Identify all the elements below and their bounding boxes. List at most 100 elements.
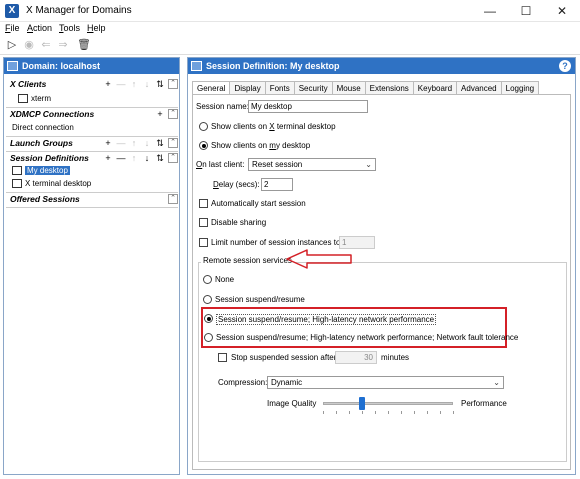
collapse-icon[interactable]: ⌃ xyxy=(168,153,178,163)
play-icon[interactable]: ▷ xyxy=(5,38,19,52)
stop-icon[interactable]: ◉ xyxy=(22,38,36,52)
disable-sharing-checkbox[interactable] xyxy=(199,218,208,227)
session-definition-header: Session Definition: My desktop ? xyxy=(188,58,575,74)
section-offered-sessions[interactable]: Offered Sessions ⌃ xyxy=(6,193,178,206)
sort-icon[interactable]: ⇅ xyxy=(155,78,165,90)
remove-icon[interactable]: — xyxy=(116,152,126,164)
remote-suspend-radio[interactable] xyxy=(203,295,212,304)
stop-suspended-checkbox[interactable] xyxy=(218,353,227,362)
tab-logging[interactable]: Logging xyxy=(501,81,540,95)
menu-help[interactable]: Help xyxy=(87,23,106,33)
domain-header: Domain: localhost xyxy=(4,58,179,74)
tab-extensions[interactable]: Extensions xyxy=(365,81,414,95)
help-icon[interactable]: ? xyxy=(559,60,571,72)
move-down-icon[interactable]: ↓ xyxy=(142,78,152,90)
tab-display[interactable]: Display xyxy=(230,81,266,95)
session-name-input[interactable]: My desktop xyxy=(248,100,368,113)
quality-slider-track[interactable] xyxy=(323,402,453,405)
remote-fault-tolerance-label: Session suspend/resume; High-latency net… xyxy=(216,333,519,342)
domain-icon xyxy=(7,61,18,71)
auto-start-checkbox[interactable] xyxy=(199,199,208,208)
toolbar: ▷ ◉ ⇐ ⇒ 🗑 xyxy=(0,36,580,55)
slider-tick xyxy=(323,411,324,414)
section-launch-groups[interactable]: Launch Groups + — ↑ ↓ ⇅ ⌃ xyxy=(6,137,178,150)
chevron-down-icon: ⌄ xyxy=(493,378,500,387)
tab-mouse[interactable]: Mouse xyxy=(332,81,366,95)
tab-security[interactable]: Security xyxy=(294,81,333,95)
forward-icon[interactable]: ⇒ xyxy=(56,38,70,52)
session-definition-title: Session Definition: My desktop xyxy=(206,61,340,71)
annotation-arrow-icon xyxy=(286,249,352,269)
limit-instances-input[interactable]: 1 xyxy=(339,236,375,249)
performance-label: Performance xyxy=(461,399,507,408)
stop-suspended-input[interactable]: 30 xyxy=(335,351,377,364)
collapse-icon[interactable]: ⌃ xyxy=(168,109,178,119)
chevron-down-icon: ⌄ xyxy=(365,160,372,169)
section-x-clients[interactable]: X Clients + — ↑ ↓ ⇅ ⌃ xyxy=(6,78,178,91)
back-icon[interactable]: ⇐ xyxy=(39,38,53,52)
tree-item-direct-connection[interactable]: Direct connection xyxy=(12,122,74,134)
sort-icon[interactable]: ⇅ xyxy=(155,152,165,164)
show-my-desktop-radio[interactable] xyxy=(199,141,208,150)
on-last-client-select[interactable]: Reset session ⌄ xyxy=(248,158,376,171)
section-session-definitions[interactable]: Session Definitions + — ↑ ↓ ⇅ ⌃ xyxy=(6,152,178,165)
delay-input[interactable]: 2 xyxy=(261,178,293,191)
remote-session-services-group xyxy=(198,262,567,462)
section-label: Launch Groups xyxy=(10,138,73,148)
xclient-icon xyxy=(18,94,28,104)
compression-select[interactable]: Dynamic ⌄ xyxy=(267,376,504,389)
add-icon[interactable]: + xyxy=(155,108,165,120)
move-up-icon[interactable]: ↑ xyxy=(129,152,139,164)
slider-tick xyxy=(375,411,376,414)
show-x-terminal-radio[interactable] xyxy=(199,122,208,131)
remote-none-radio[interactable] xyxy=(203,275,212,284)
menu-bar: File Action Tools Help xyxy=(0,22,580,36)
slider-tick xyxy=(388,411,389,414)
tree-item-xterm[interactable]: xterm xyxy=(18,93,51,105)
remote-high-latency-radio[interactable] xyxy=(204,314,213,323)
add-icon[interactable]: + xyxy=(103,78,113,90)
remote-fault-tolerance-radio[interactable] xyxy=(204,333,213,342)
delete-icon[interactable]: 🗑 xyxy=(77,38,91,52)
menu-file[interactable]: File xyxy=(5,23,20,33)
tab-general[interactable]: General xyxy=(192,81,231,95)
auto-start-label: Automatically start session xyxy=(211,199,306,208)
tab-fonts[interactable]: Fonts xyxy=(265,81,295,95)
collapse-icon[interactable]: ⌃ xyxy=(168,194,178,204)
disable-sharing-label: Disable sharing xyxy=(211,218,267,227)
remote-none-label: None xyxy=(215,275,235,284)
slider-tick xyxy=(453,411,454,414)
desktop-icon xyxy=(12,179,22,189)
tree-item-my-desktop[interactable]: My desktop xyxy=(12,165,70,177)
desktop-icon xyxy=(12,166,22,176)
section-xdmcp[interactable]: XDMCP Connections + ⌃ xyxy=(6,108,178,121)
remove-icon[interactable]: — xyxy=(116,78,126,90)
menu-tools[interactable]: Tools xyxy=(59,23,80,33)
move-up-icon[interactable]: ↑ xyxy=(129,137,139,149)
tab-keyboard[interactable]: Keyboard xyxy=(413,81,458,95)
quality-slider-thumb[interactable] xyxy=(359,397,365,410)
minutes-label: minutes xyxy=(381,353,410,362)
tab-bar: General Display Fonts Security Mouse Ext… xyxy=(192,81,540,95)
close-button[interactable]: ✕ xyxy=(544,0,580,22)
minimize-button[interactable]: — xyxy=(472,0,508,22)
menu-action[interactable]: Action xyxy=(27,23,52,33)
tab-advanced[interactable]: Advanced xyxy=(457,81,502,95)
collapse-icon[interactable]: ⌃ xyxy=(168,79,178,89)
tree-item-x-terminal-desktop[interactable]: X terminal desktop xyxy=(12,178,91,190)
on-last-client-label: On last client: xyxy=(196,160,245,169)
sort-icon[interactable]: ⇅ xyxy=(155,137,165,149)
collapse-icon[interactable]: ⌃ xyxy=(168,138,178,148)
session-icon xyxy=(191,61,202,71)
add-icon[interactable]: + xyxy=(103,137,113,149)
slider-tick xyxy=(336,411,337,414)
move-up-icon[interactable]: ↑ xyxy=(129,78,139,90)
move-down-icon[interactable]: ↓ xyxy=(142,137,152,149)
remove-icon[interactable]: — xyxy=(116,137,126,149)
add-icon[interactable]: + xyxy=(103,152,113,164)
move-down-icon[interactable]: ↓ xyxy=(142,152,152,164)
domain-title: Domain: localhost xyxy=(22,61,101,71)
maximize-button[interactable]: ☐ xyxy=(508,0,544,22)
limit-instances-label: Limit number of session instances to xyxy=(211,238,341,247)
limit-instances-checkbox[interactable] xyxy=(199,238,208,247)
